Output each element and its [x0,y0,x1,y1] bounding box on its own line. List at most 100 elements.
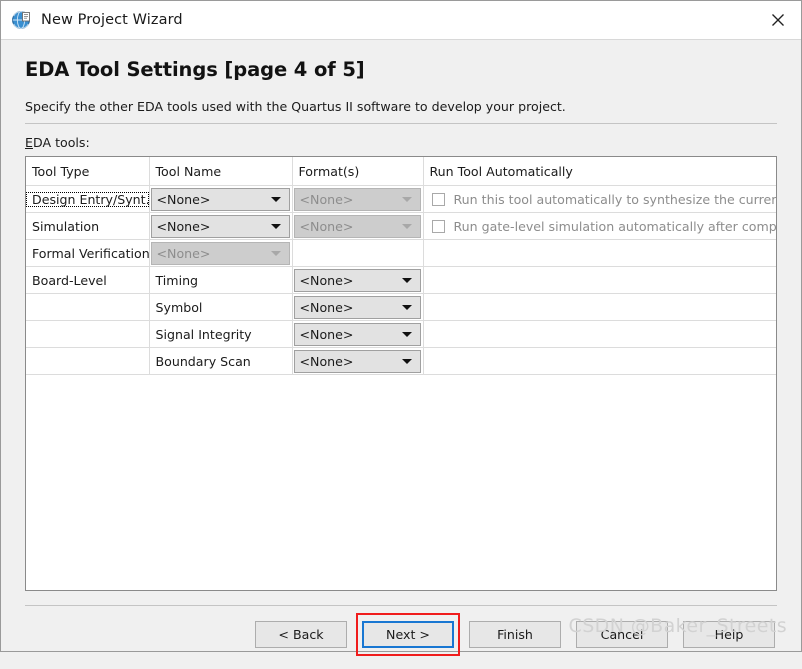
cell-tool-type[interactable] [26,293,150,321]
cell-format[interactable]: <None> [292,293,424,321]
chevron-down-icon [401,196,412,202]
table-row: Design Entry/Synt... <None> <None> Run this… [26,185,777,213]
tool-name-text: Symbol [155,299,203,315]
tool-type-text: Board-Level [32,272,107,288]
cell-format [292,239,424,267]
tool-name-combo[interactable]: <None> [150,187,290,211]
run-tool-checkbox[interactable] [431,192,445,206]
divider-footer [25,605,777,606]
chevron-down-icon [270,196,281,202]
column-header-formats[interactable]: Format(s) [292,157,424,186]
cell-format[interactable]: <None> [292,266,424,294]
finish-button[interactable]: Finish [469,621,561,648]
run-tool-label: Run this tool automatically to synthesiz… [453,191,777,207]
cell-tool-type[interactable]: Simulation [26,212,150,240]
format-combo: <None> [293,187,421,211]
cell-tool-type[interactable]: Formal Verification [26,239,150,267]
cell-tool-name[interactable]: <None> [149,239,293,267]
back-button[interactable]: < Back [255,621,347,648]
format-combo[interactable]: <None> [293,322,421,346]
format-combo-value: <None> [299,191,354,207]
run-tool-row: Run this tool automatically to synthesiz… [424,186,777,212]
cell-tool-type[interactable] [26,320,150,348]
format-combo-value: <None> [299,353,354,369]
cell-run-tool-automatically [423,347,776,375]
cell-tool-name[interactable]: Boundary Scan [149,347,293,375]
column-header-run-tool-automatically[interactable]: Run Tool Automatically [423,157,776,186]
cell-format[interactable]: <None> [292,185,424,213]
cancel-button-wrapper: Cancel [576,621,668,648]
cell-tool-name[interactable]: Timing [149,266,293,294]
format-combo[interactable]: <None> [293,295,421,319]
column-header-tool-type[interactable]: Tool Type [26,157,150,186]
table-row: Boundary Scan <None> [26,347,776,375]
cell-tool-name[interactable]: Symbol [149,293,293,321]
tool-name-combo-value: <None> [156,191,211,207]
tool-name-combo[interactable]: <None> [150,214,290,238]
close-icon[interactable] [755,1,801,39]
page-title: EDA Tool Settings [page 4 of 5] [25,58,365,81]
format-combo-value: <None> [299,299,354,315]
cell-tool-name[interactable]: Signal Integrity [149,320,293,348]
format-combo-value: <None> [299,326,354,342]
footer-button-group: < Back Next > Finish Cancel Help [255,613,775,656]
chevron-down-icon [401,223,412,229]
run-tool-checkbox[interactable] [431,219,445,233]
quartus-globe-icon [11,9,33,31]
eda-tools-label: EDA tools: [25,135,90,150]
tool-name-combo-value: <None> [156,218,211,234]
finish-button-wrapper: Finish [469,621,561,648]
chevron-down-icon [401,358,412,364]
table-row: Board-Level Timing <None> [26,266,776,294]
dialog-footer: < Back Next > Finish Cancel Help [1,591,801,669]
cell-tool-type[interactable]: Design Entry/Synt... [26,185,150,213]
chevron-down-icon [401,277,412,283]
cell-run-tool-automatically [423,293,776,321]
format-combo[interactable]: <None> [293,268,421,292]
cell-format[interactable]: <None> [292,212,424,240]
cell-format[interactable]: <None> [292,320,424,348]
cell-tool-name[interactable]: <None> [149,185,293,213]
table-row: Simulation <None> <None> Run gate-level sim… [26,212,777,240]
cancel-button[interactable]: Cancel [576,621,668,648]
tool-name-text: Timing [155,272,199,288]
format-combo[interactable]: <None> [293,349,421,373]
tool-name-text: Signal Integrity [155,326,252,342]
table-row: Signal Integrity <None> [26,320,776,348]
tool-name-text: Boundary Scan [155,353,251,369]
cell-tool-type[interactable] [26,347,150,375]
help-button[interactable]: Help [683,621,775,648]
tool-type-text: Formal Verification [32,245,149,261]
cell-run-tool-automatically [423,239,776,267]
title-bar: New Project Wizard [1,1,801,40]
divider-top [25,123,777,124]
tool-type-text: Simulation [32,218,100,234]
dialog-content: EDA Tool Settings [page 4 of 5] Specify … [1,40,801,591]
eda-tools-table: Tool Type Tool Name Format(s) Run Tool A… [26,157,776,375]
back-button-wrapper: < Back [255,621,347,648]
chevron-down-icon [270,250,281,256]
help-button-wrapper: Help [683,621,775,648]
eda-tools-label-text: DA tools: [32,135,90,150]
tool-name-combo: <None> [150,241,290,265]
chevron-down-icon [401,331,412,337]
column-header-tool-name[interactable]: Tool Name [149,157,293,186]
cell-format[interactable]: <None> [292,347,424,375]
eda-tools-table-container[interactable]: Tool Type Tool Name Format(s) Run Tool A… [25,156,777,591]
cell-run-tool-automatically[interactable]: Run gate-level simulation automatically … [423,212,777,240]
cell-tool-type[interactable]: Board-Level [26,266,150,294]
cell-tool-name[interactable]: <None> [149,212,293,240]
chevron-down-icon [401,304,412,310]
new-project-wizard-window: New Project Wizard EDA Tool Settings [pa… [0,0,802,656]
run-tool-label: Run gate-level simulation automatically … [453,218,777,234]
page-description: Specify the other EDA tools used with th… [25,99,566,114]
cell-run-tool-automatically [423,320,776,348]
cell-run-tool-automatically[interactable]: Run this tool automatically to synthesiz… [423,185,777,213]
table-row: Formal Verification <None> [26,239,776,267]
cell-run-tool-automatically [423,266,776,294]
format-combo-value: <None> [299,218,354,234]
next-button[interactable]: Next > [362,621,454,648]
tool-name-combo-value: <None> [156,245,211,261]
run-tool-row: Run gate-level simulation automatically … [424,213,777,239]
chevron-down-icon [270,223,281,229]
